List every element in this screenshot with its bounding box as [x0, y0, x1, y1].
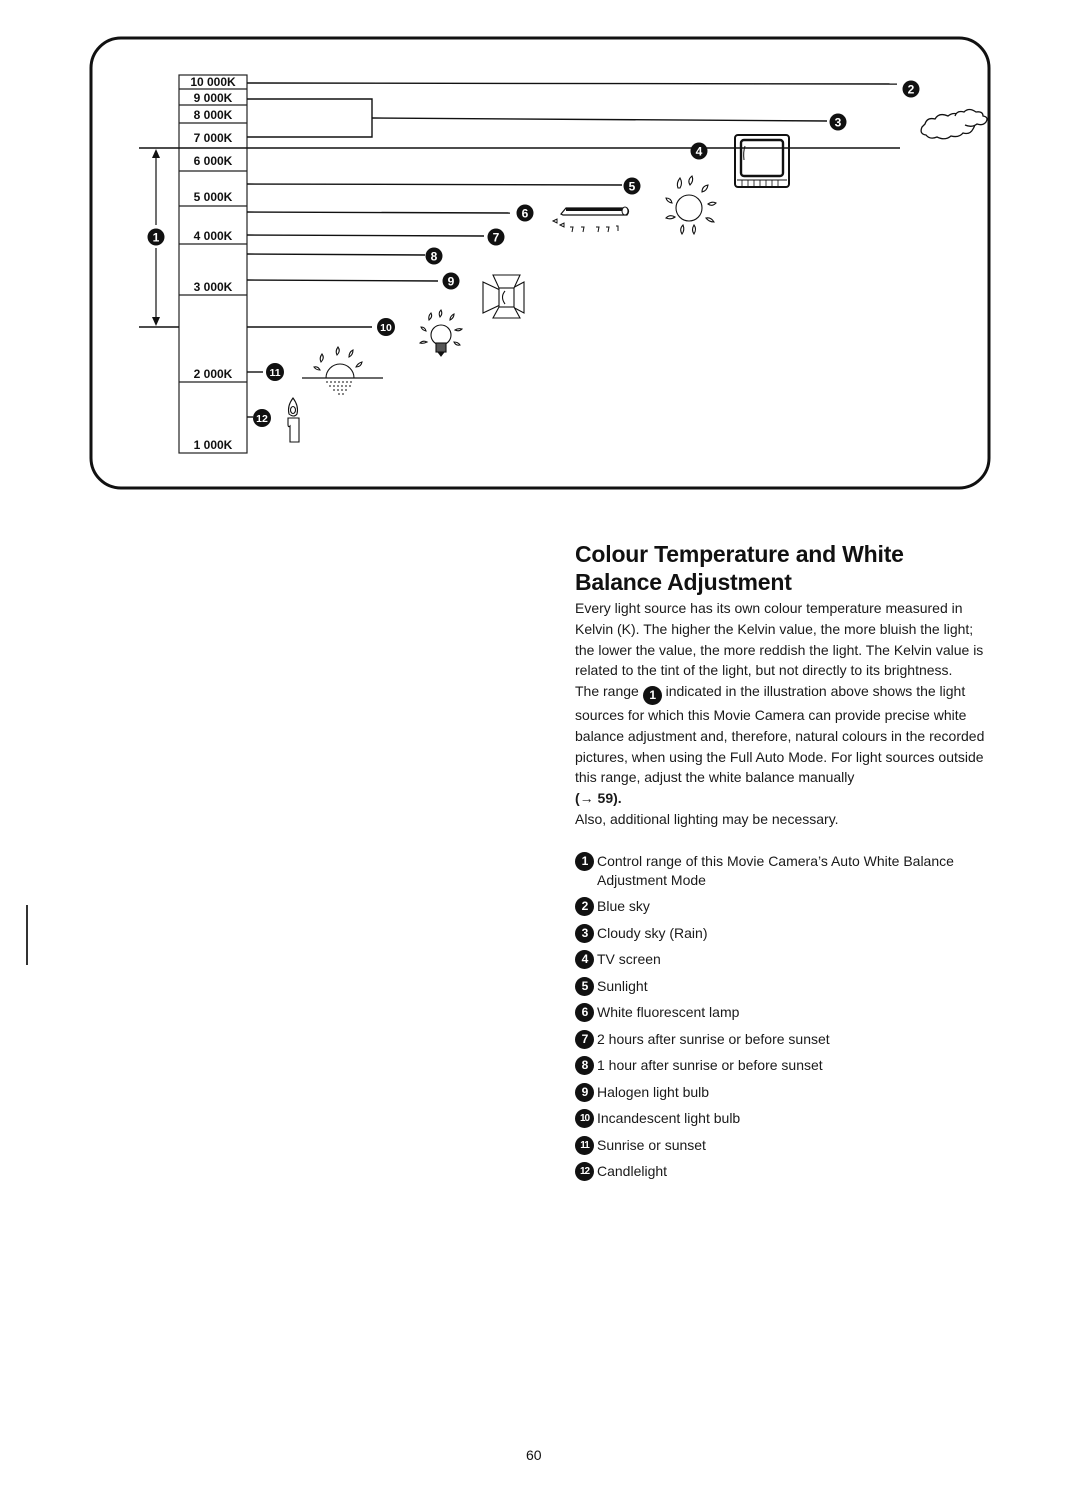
legend-item: 3 Cloudy sky (Rain) [575, 923, 987, 943]
legend-text: 1 hour after sunrise or before sunset [597, 1057, 823, 1074]
paragraph-additional: Also, additional lighting may be necessa… [575, 811, 839, 828]
section-title: Colour Temperature and White Balance Adj… [575, 540, 987, 596]
scale-label-7000: 7 000K [194, 131, 233, 145]
svg-text:3: 3 [835, 116, 842, 130]
legend-text: Sunrise or sunset [597, 1136, 706, 1153]
svg-text:6: 6 [522, 207, 529, 221]
legend-item: 5 Sunlight [575, 976, 987, 996]
halogen-lamp-icon [482, 274, 525, 319]
legend-text: Blue sky [597, 898, 650, 915]
scale-label-9000: 9 000K [194, 91, 233, 105]
marker-12: 12 [253, 409, 271, 427]
scale-label-8000: 8 000K [194, 108, 233, 122]
cloud-icon [920, 108, 988, 140]
svg-text:11: 11 [269, 367, 280, 379]
page-number: 60 [526, 1447, 542, 1463]
page-reference-link[interactable]: (→ 59). [575, 790, 622, 806]
marker-8: 8 [425, 247, 443, 265]
scale-label-5000: 5 000K [194, 190, 233, 204]
marker-11: 11 [266, 363, 284, 381]
legend-badge: 10 [575, 1109, 594, 1129]
legend-item: 12 Candlelight [575, 1162, 987, 1182]
fluorescent-lamp-icon [551, 206, 630, 233]
svg-text:1: 1 [153, 231, 160, 245]
range-badge: 1 [642, 686, 662, 706]
margin-rule [26, 905, 28, 965]
marker-3: 3 [829, 113, 847, 131]
legend-item: 72 hours after sunrise or before sunset [575, 1029, 987, 1049]
svg-text:5: 5 [629, 180, 636, 194]
svg-text:9: 9 [448, 275, 455, 289]
content-column: Colour Temperature and White Balance Adj… [575, 540, 987, 1189]
svg-text:12: 12 [256, 413, 268, 425]
legend-badge: 2 [575, 897, 594, 917]
legend-badge: 6 [575, 1003, 594, 1023]
marker-1: 1 [147, 228, 165, 246]
scale-label-10000: 10 000K [190, 75, 236, 89]
section-title-line1: Colour Temperature and White [575, 541, 904, 567]
legend-item: 4 TV screen [575, 950, 987, 970]
svg-text:7: 7 [493, 231, 500, 245]
legend-text: Halogen light bulb [597, 1083, 710, 1100]
paragraph-intro: Every light source has its own colour te… [575, 600, 984, 679]
paragraph-range-start: The range [575, 683, 639, 700]
legend-badge: 9 [575, 1082, 594, 1102]
legend-badge: 7 [575, 1029, 594, 1049]
legend-text: Sunlight [597, 977, 648, 994]
legend-badge: 1 [575, 851, 594, 871]
legend-text: TV screen [597, 951, 661, 968]
legend-badge: 11 [575, 1135, 594, 1155]
candle-icon [287, 397, 300, 443]
legend-item: 1 Control range of this Movie Camera’s Au… [575, 851, 987, 890]
sunset-icon [302, 346, 383, 395]
legend-text: Control range of this Movie Camera’s Aut… [597, 852, 954, 888]
scale-label-3000: 3 000K [194, 280, 233, 294]
marker-2: 2 [902, 80, 920, 98]
legend-list: 1 Control range of this Movie Camera’s Au… [575, 851, 987, 1182]
marker-10: 10 [377, 318, 395, 336]
tv-icon [734, 134, 790, 188]
colour-temperature-diagram: 10 000K 9 000K 8 000K 7 000K 6 000K 5 00… [89, 36, 991, 490]
paragraph-range: The range 1 indicated in the illustratio… [575, 681, 987, 809]
kelvin-scale-labels: 10 000K 9 000K 8 000K 7 000K 6 000K 5 00… [190, 75, 236, 452]
scale-label-1000: 1 000K [194, 438, 233, 452]
marker-7: 7 [487, 228, 505, 246]
legend-badge: 8 [575, 1056, 594, 1076]
legend-badge: 3 [575, 923, 594, 943]
legend-item: 11 Sunrise or sunset [575, 1135, 987, 1155]
scale-label-6000: 6 000K [194, 154, 233, 168]
svg-text:8: 8 [431, 250, 438, 264]
legend-text: White fluorescent lamp [597, 1004, 740, 1021]
marker-5: 5 [623, 177, 641, 195]
sun-icon [665, 175, 717, 235]
legend-text: 2 hours after sunrise or before sunset [597, 1030, 830, 1047]
legend-text: Incandescent light bulb [597, 1110, 741, 1127]
legend-item: 10 Incandescent light bulb [575, 1109, 987, 1129]
legend-text: Candlelight [597, 1163, 668, 1180]
svg-text:4: 4 [696, 145, 703, 159]
legend-item: 9 Halogen light bulb [575, 1082, 987, 1102]
legend-badge: 12 [575, 1162, 594, 1182]
legend-item: 2 Blue sky [575, 897, 987, 917]
legend-text: Cloudy sky (Rain) [597, 924, 708, 941]
marker-4: 4 [690, 142, 708, 160]
svg-text:10: 10 [380, 322, 392, 334]
marker-9: 9 [442, 272, 460, 290]
marker-6: 6 [516, 204, 534, 222]
legend-badge: 5 [575, 976, 594, 996]
svg-text:2: 2 [908, 83, 915, 97]
legend-item: 6 White fluorescent lamp [575, 1003, 987, 1023]
legend-badge: 4 [575, 950, 594, 970]
light-bulb-icon [418, 309, 464, 357]
section-title-line2: Balance Adjustment [575, 569, 792, 595]
scale-label-2000: 2 000K [194, 367, 233, 381]
scale-label-4000: 4 000K [194, 229, 233, 243]
legend-item: 81 hour after sunrise or before sunset [575, 1056, 987, 1076]
